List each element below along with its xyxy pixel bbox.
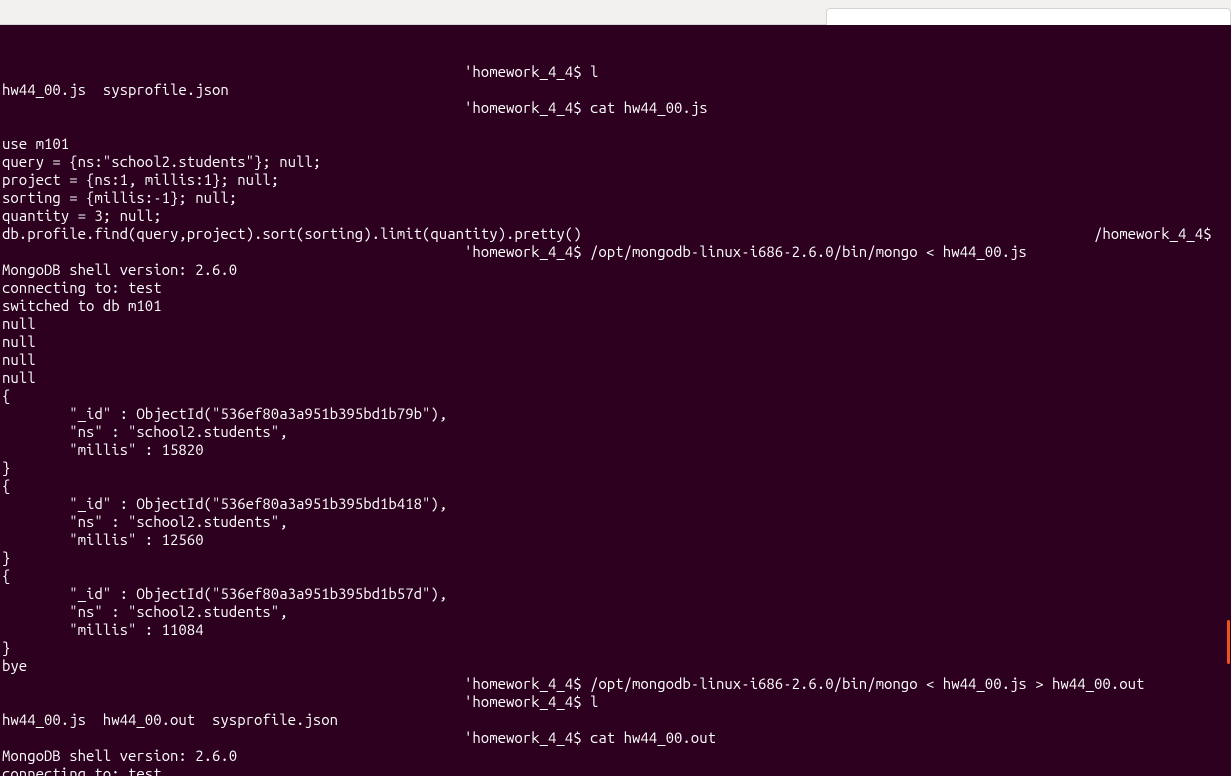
terminal-line: "millis" : 11084	[2, 621, 1229, 639]
terminal-line: 'homework_4_4$ cat hw44_00.out	[2, 729, 1229, 747]
terminal-line: use m101	[2, 135, 1229, 153]
terminal-line: }	[2, 549, 1229, 567]
terminal-line: 'homework_4_4$ l	[2, 63, 1229, 81]
terminal-line: "ns" : "school2.students",	[2, 603, 1229, 621]
terminal-line: quantity = 3; null;	[2, 207, 1229, 225]
terminal-line: null	[2, 333, 1229, 351]
terminal-line: hw44_00.js hw44_00.out sysprofile.json	[2, 711, 1229, 729]
terminal-line: "_id" : ObjectId("536ef80a3a951b395bd1b7…	[2, 405, 1229, 423]
terminal-line: query = {ns:"school2.students"}; null;	[2, 153, 1229, 171]
terminal-line: hw44_00.js sysprofile.json	[2, 81, 1229, 99]
background-tab[interactable]	[826, 8, 1231, 25]
scrollbar-thumb[interactable]	[1227, 620, 1230, 664]
terminal-line: "millis" : 12560	[2, 531, 1229, 549]
terminal-line: null	[2, 351, 1229, 369]
terminal-line: sorting = {millis:-1}; null;	[2, 189, 1229, 207]
terminal-line: MongoDB shell version: 2.6.0	[2, 747, 1229, 765]
terminal-line: "ns" : "school2.students",	[2, 423, 1229, 441]
terminal-line: bye	[2, 657, 1229, 675]
terminal-line: 'homework_4_4$ cat hw44_00.js	[2, 99, 1229, 117]
terminal-line: "millis" : 15820	[2, 441, 1229, 459]
terminal-line: 'homework_4_4$ /opt/mongodb-linux-i686-2…	[2, 243, 1229, 261]
terminal-line	[2, 117, 1229, 135]
terminal-line: connecting to: test	[2, 279, 1229, 297]
terminal-line: switched to db m101	[2, 297, 1229, 315]
terminal-line: project = {ns:1, millis:1}; null;	[2, 171, 1229, 189]
terminal-line: 'homework_4_4$ /opt/mongodb-linux-i686-2…	[2, 675, 1229, 693]
terminal-line: {	[2, 567, 1229, 585]
terminal-line: {	[2, 477, 1229, 495]
terminal-line: {	[2, 387, 1229, 405]
terminal-line: }	[2, 459, 1229, 477]
terminal-line: connecting to: test	[2, 765, 1229, 776]
terminal-viewport[interactable]: 'homework_4_4$ lhw44_00.js sysprofile.js…	[0, 25, 1231, 776]
terminal-line: null	[2, 369, 1229, 387]
window-titlebar	[0, 0, 1231, 25]
terminal-line: null	[2, 315, 1229, 333]
terminal-line: "_id" : ObjectId("536ef80a3a951b395bd1b4…	[2, 495, 1229, 513]
terminal-line: MongoDB shell version: 2.6.0	[2, 261, 1229, 279]
terminal-line: "ns" : "school2.students",	[2, 513, 1229, 531]
terminal-output: 'homework_4_4$ lhw44_00.js sysprofile.js…	[2, 63, 1229, 776]
terminal-line: db.profile.find(query,project).sort(sort…	[2, 225, 1229, 243]
terminal-line: 'homework_4_4$ l	[2, 693, 1229, 711]
terminal-line: "_id" : ObjectId("536ef80a3a951b395bd1b5…	[2, 585, 1229, 603]
terminal-line: }	[2, 639, 1229, 657]
